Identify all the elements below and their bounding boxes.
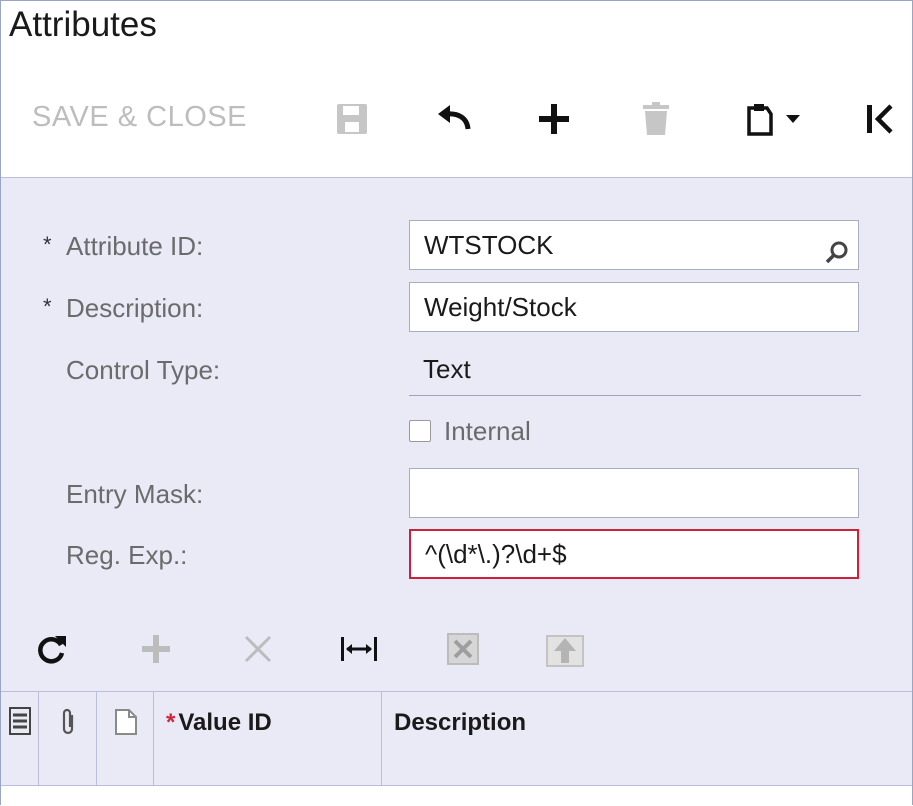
fit-columns-button[interactable] [337, 623, 381, 675]
save-button[interactable] [330, 91, 374, 147]
page-title: Attributes [9, 5, 157, 44]
grid-body [1, 785, 912, 806]
value-id-column-header[interactable]: * Value ID [154, 692, 382, 786]
attribute-id-label: Attribute ID: [66, 231, 204, 261]
paperclip-icon [62, 708, 74, 735]
fit-columns-icon [341, 637, 377, 661]
attributes-window: Attributes SAVE & CLOSE * Attribute ID: … [0, 0, 913, 806]
reg-exp-field[interactable]: ^(\d*\.)?\d+$ [409, 529, 859, 579]
control-type-value: Text [409, 344, 861, 396]
column-chooser-icon [9, 707, 31, 735]
main-toolbar: SAVE & CLOSE [1, 91, 912, 147]
internal-checkbox[interactable] [409, 420, 431, 442]
add-row-button[interactable] [134, 623, 178, 675]
required-marker: * [43, 232, 52, 257]
chevron-down-icon [786, 115, 800, 123]
add-row-icon [142, 635, 170, 663]
description-header-label: Description [394, 709, 527, 736]
grid-toolbar [1, 623, 912, 675]
description-column-header[interactable]: Description [382, 692, 912, 786]
internal-label: Internal [444, 416, 531, 446]
undo-icon [438, 105, 471, 130]
reg-exp-row: Reg. Exp.: ^(\d*\.)?\d+$ [1, 529, 912, 581]
save-close-button[interactable]: SAVE & CLOSE [32, 101, 247, 134]
entry-mask-field[interactable] [409, 468, 859, 518]
delete-row-button[interactable] [236, 623, 280, 675]
export-excel-button[interactable] [441, 623, 485, 675]
attribute-form-panel: * Attribute ID: WTSTOCK * Description: W… [1, 177, 912, 806]
delete-icon [643, 102, 669, 135]
delete-row-icon [244, 635, 272, 663]
control-type-label: Control Type: [66, 355, 221, 385]
entry-mask-row: Entry Mask: [1, 468, 912, 520]
note-icon [115, 709, 137, 735]
row-selector-column[interactable] [1, 692, 39, 786]
add-button[interactable] [532, 91, 576, 147]
search-icon [825, 241, 848, 264]
required-marker: * [166, 709, 176, 736]
value-id-header-label: Value ID [178, 709, 272, 736]
description-row: * Description: Weight/Stock [1, 282, 912, 334]
internal-row: Internal [1, 406, 912, 458]
export-excel-icon [447, 633, 479, 665]
notes-column[interactable] [97, 692, 154, 786]
attachment-column[interactable] [39, 692, 97, 786]
undo-button[interactable] [432, 91, 476, 147]
search-button[interactable] [824, 233, 850, 281]
grid-header: * Value ID Description [1, 691, 912, 787]
required-marker: * [43, 294, 52, 319]
clipboard-icon [747, 104, 773, 136]
refresh-icon [38, 636, 66, 664]
save-icon [337, 104, 367, 134]
upload-icon [546, 635, 584, 667]
attribute-id-value: WTSTOCK [424, 230, 554, 260]
control-type-row: Control Type: Text [1, 344, 912, 396]
first-record-icon [867, 104, 893, 134]
add-icon [539, 104, 569, 134]
attribute-id-row: * Attribute ID: WTSTOCK [1, 220, 912, 272]
upload-button[interactable] [543, 623, 587, 675]
clipboard-menu-button[interactable] [737, 91, 809, 147]
first-record-button[interactable] [857, 91, 901, 147]
value-id-header: * Value ID [166, 709, 272, 737]
refresh-button[interactable] [30, 623, 74, 675]
delete-button[interactable] [634, 91, 678, 147]
reg-exp-label: Reg. Exp.: [66, 540, 188, 570]
entry-mask-label: Entry Mask: [66, 479, 204, 509]
attribute-id-field[interactable]: WTSTOCK [409, 220, 859, 270]
description-label: Description: [66, 293, 204, 323]
description-field[interactable]: Weight/Stock [409, 282, 859, 332]
